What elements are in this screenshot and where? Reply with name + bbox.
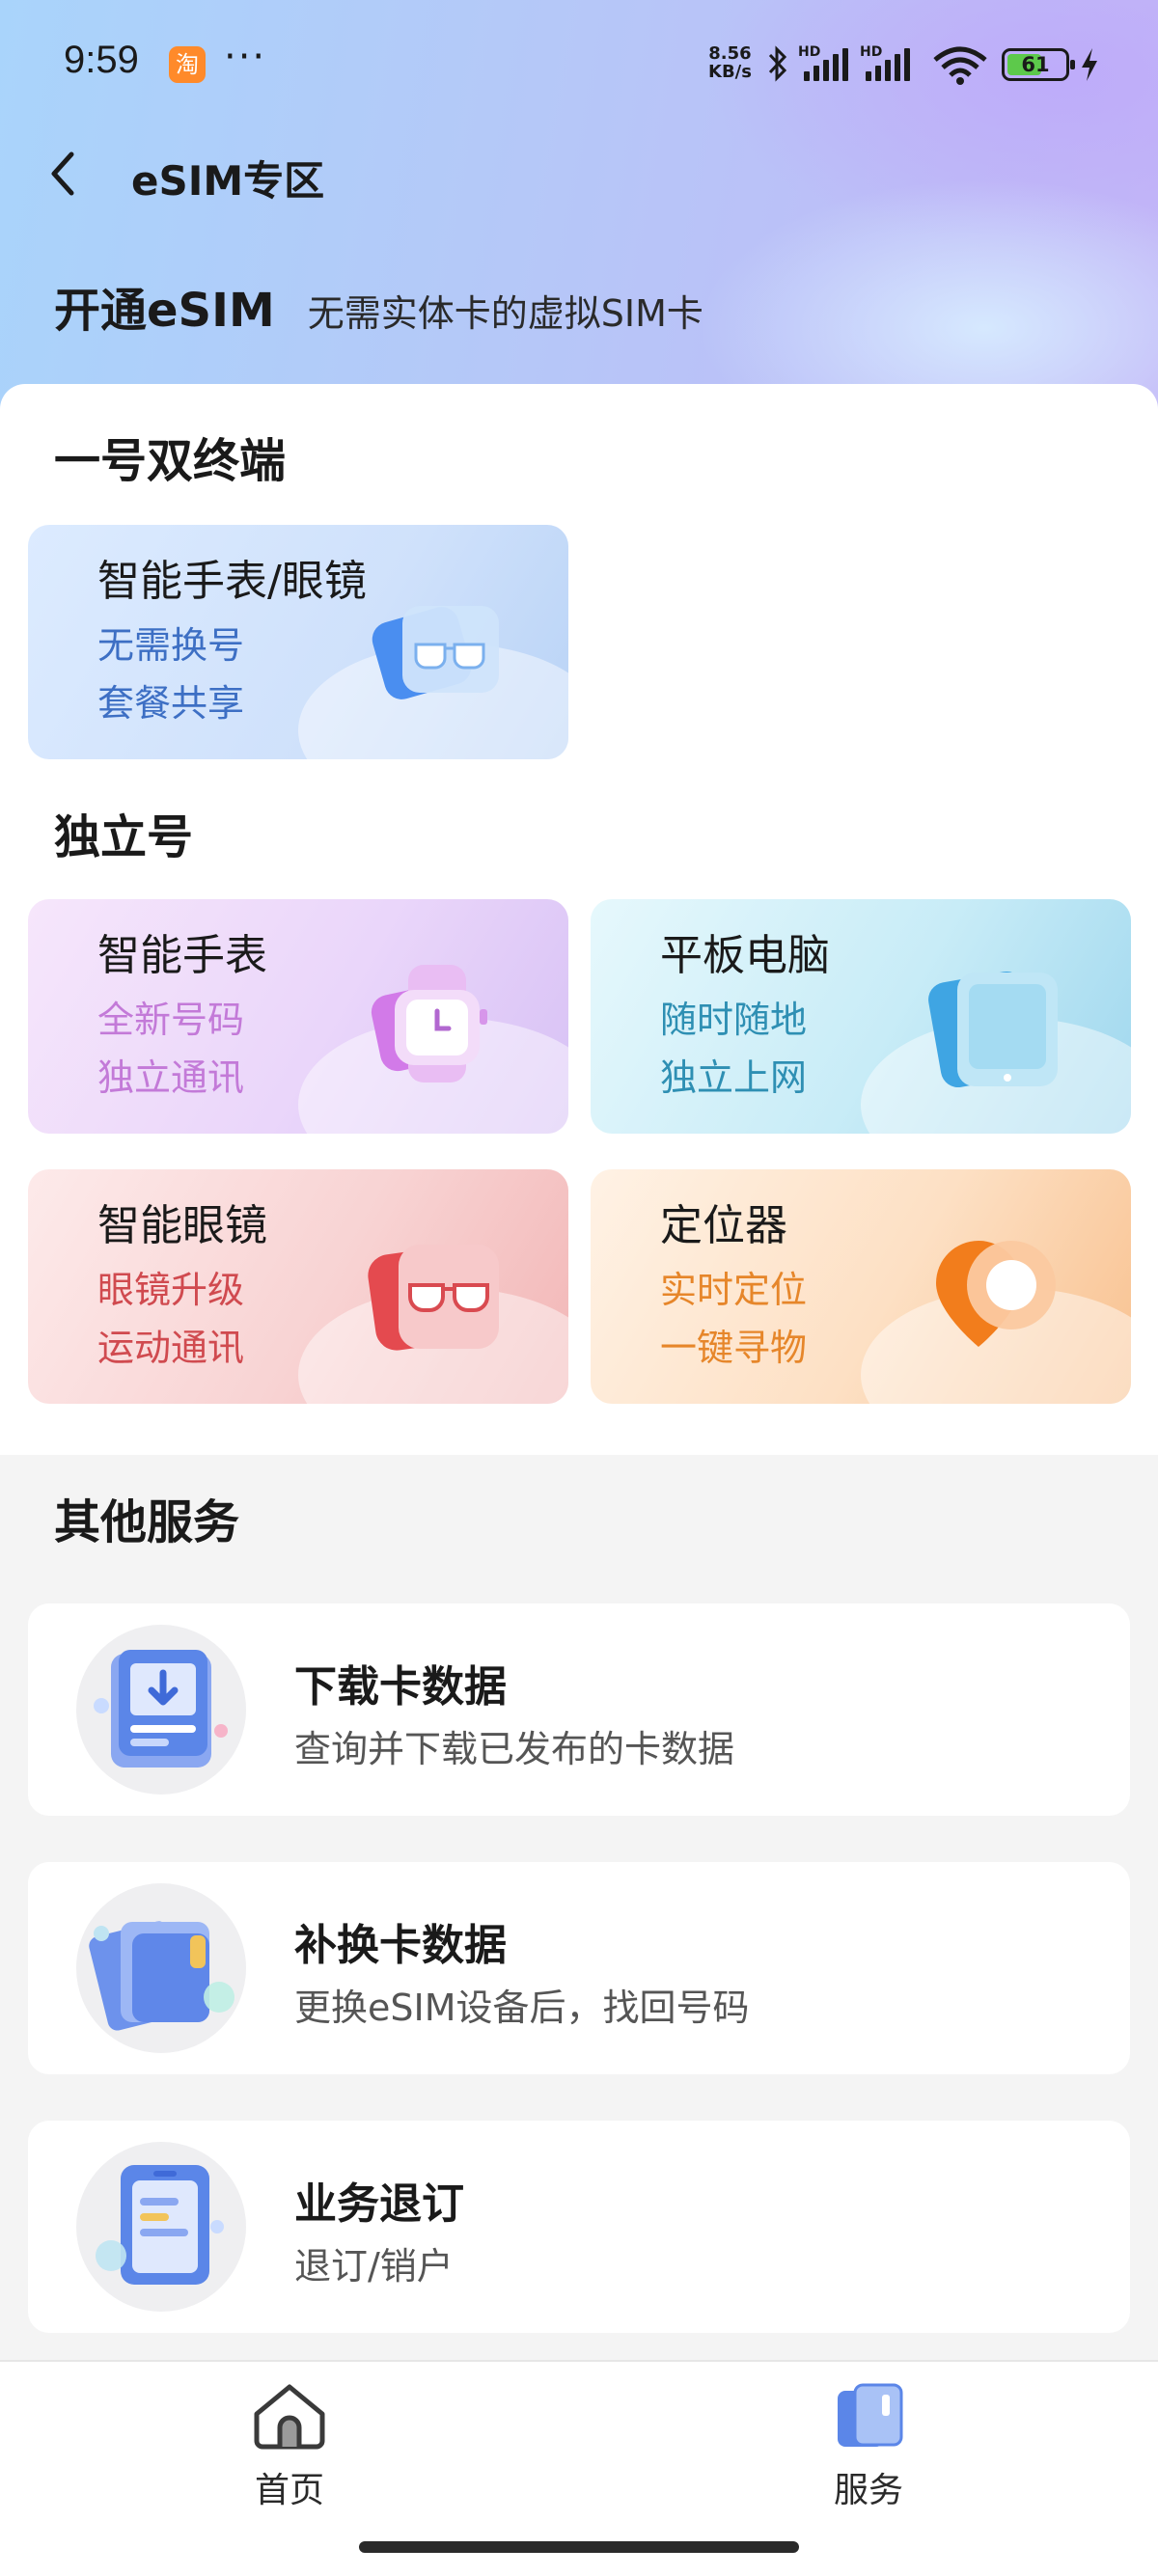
smart-watch-icon xyxy=(371,965,487,1082)
status-bar: 9:59 淘 ··· 8.56 KB/s HD HD 61 xyxy=(0,0,1158,125)
home-icon xyxy=(254,2384,325,2450)
bluetooth-icon xyxy=(768,45,787,82)
hd-label: HD xyxy=(798,44,821,60)
tablet-icon xyxy=(928,972,1058,1087)
smart-glasses-icon xyxy=(368,1245,499,1351)
card-name: 平板电脑 xyxy=(660,931,830,980)
service-desc: 更换eSIM设备后，找回号码 xyxy=(294,1987,750,2029)
network-speed: 8.56 KB/s xyxy=(708,44,752,81)
signal-2-icon: HD xyxy=(860,44,912,83)
taobao-notification-icon: 淘 xyxy=(169,46,206,83)
card-watch-glasses-shared[interactable]: 智能手表/眼镜 无需换号 套餐共享 xyxy=(28,525,568,759)
tab-service[interactable]: 服务 xyxy=(772,2381,965,2512)
card-line2: 独立通讯 xyxy=(97,1056,245,1099)
card-line2: 一键寻物 xyxy=(660,1327,808,1369)
card-name: 定位器 xyxy=(660,1201,787,1250)
card-tablet[interactable]: 平板电脑 随时随地 独立上网 xyxy=(591,899,1131,1134)
battery-level: 61 xyxy=(1021,53,1050,76)
promo-subtitle: 无需实体卡的虚拟SIM卡 xyxy=(307,292,703,335)
service-unsubscribe[interactable]: 业务退订 退订/销户 xyxy=(28,2121,1130,2333)
service-download-card[interactable]: 下载卡数据 查询并下载已发布的卡数据 xyxy=(28,1603,1130,1816)
card-line1: 无需换号 xyxy=(97,624,245,667)
network-speed-value: 8.56 xyxy=(708,43,752,64)
card-locator[interactable]: 定位器 实时定位 一键寻物 xyxy=(591,1169,1131,1404)
service-title: 业务退订 xyxy=(294,2179,464,2229)
page-title: eSIM专区 xyxy=(131,157,325,205)
card-line1: 随时随地 xyxy=(660,999,808,1041)
hd-label: HD xyxy=(860,44,883,60)
service-title: 补换卡数据 xyxy=(294,1921,507,1970)
card-line2: 运动通讯 xyxy=(97,1327,245,1369)
status-icons: HD HD xyxy=(767,42,912,85)
download-card-icon xyxy=(76,1625,246,1795)
card-name: 智能眼镜 xyxy=(97,1201,267,1250)
card-smart-watch[interactable]: 智能手表 全新号码 独立通讯 xyxy=(28,899,568,1134)
card-smart-glasses[interactable]: 智能眼镜 眼镜升级 运动通讯 xyxy=(28,1169,568,1404)
location-pin-icon xyxy=(936,1241,1056,1347)
service-tab-icon xyxy=(838,2383,903,2447)
top-navigation: eSIM专区 xyxy=(0,135,1158,212)
more-notifications-icon: ··· xyxy=(224,35,267,79)
esim-promo: 开通eSIM 无需实体卡的虚拟SIM卡 xyxy=(54,272,703,340)
tab-service-label: 服务 xyxy=(833,2471,903,2510)
card-name: 智能手表 xyxy=(97,931,267,980)
back-arrow-icon[interactable] xyxy=(35,143,96,205)
glasses-cards-icon xyxy=(372,606,499,699)
service-replace-card[interactable]: 补换卡数据 更换eSIM设备后，找回号码 xyxy=(28,1862,1130,2074)
card-line2: 套餐共享 xyxy=(97,682,245,725)
status-time: 9:59 xyxy=(64,39,139,81)
home-indicator[interactable] xyxy=(359,2541,799,2553)
promo-title: 开通eSIM xyxy=(54,284,275,338)
section-title-dual: 一号双终端 xyxy=(54,434,287,488)
charging-icon xyxy=(1082,48,1097,81)
section-title-other: 其他服务 xyxy=(54,1495,240,1549)
signal-1-icon: HD xyxy=(798,44,850,83)
service-title: 下载卡数据 xyxy=(294,1662,507,1712)
unsubscribe-icon xyxy=(76,2142,246,2312)
replace-card-icon xyxy=(76,1883,246,2053)
service-desc: 退订/销户 xyxy=(294,2245,454,2288)
card-line1: 全新号码 xyxy=(97,999,245,1041)
wifi-icon xyxy=(933,46,987,85)
card-line2: 独立上网 xyxy=(660,1056,808,1099)
battery-icon: 61 xyxy=(1002,48,1075,81)
tab-home[interactable]: 首页 xyxy=(193,2381,386,2512)
service-desc: 查询并下载已发布的卡数据 xyxy=(294,1728,735,1770)
tab-home-label: 首页 xyxy=(254,2471,324,2510)
section-title-independent: 独立号 xyxy=(54,810,194,864)
card-name: 智能手表/眼镜 xyxy=(97,557,367,606)
card-line1: 实时定位 xyxy=(660,1269,808,1311)
network-speed-unit: KB/s xyxy=(708,62,752,82)
card-line1: 眼镜升级 xyxy=(97,1269,245,1311)
